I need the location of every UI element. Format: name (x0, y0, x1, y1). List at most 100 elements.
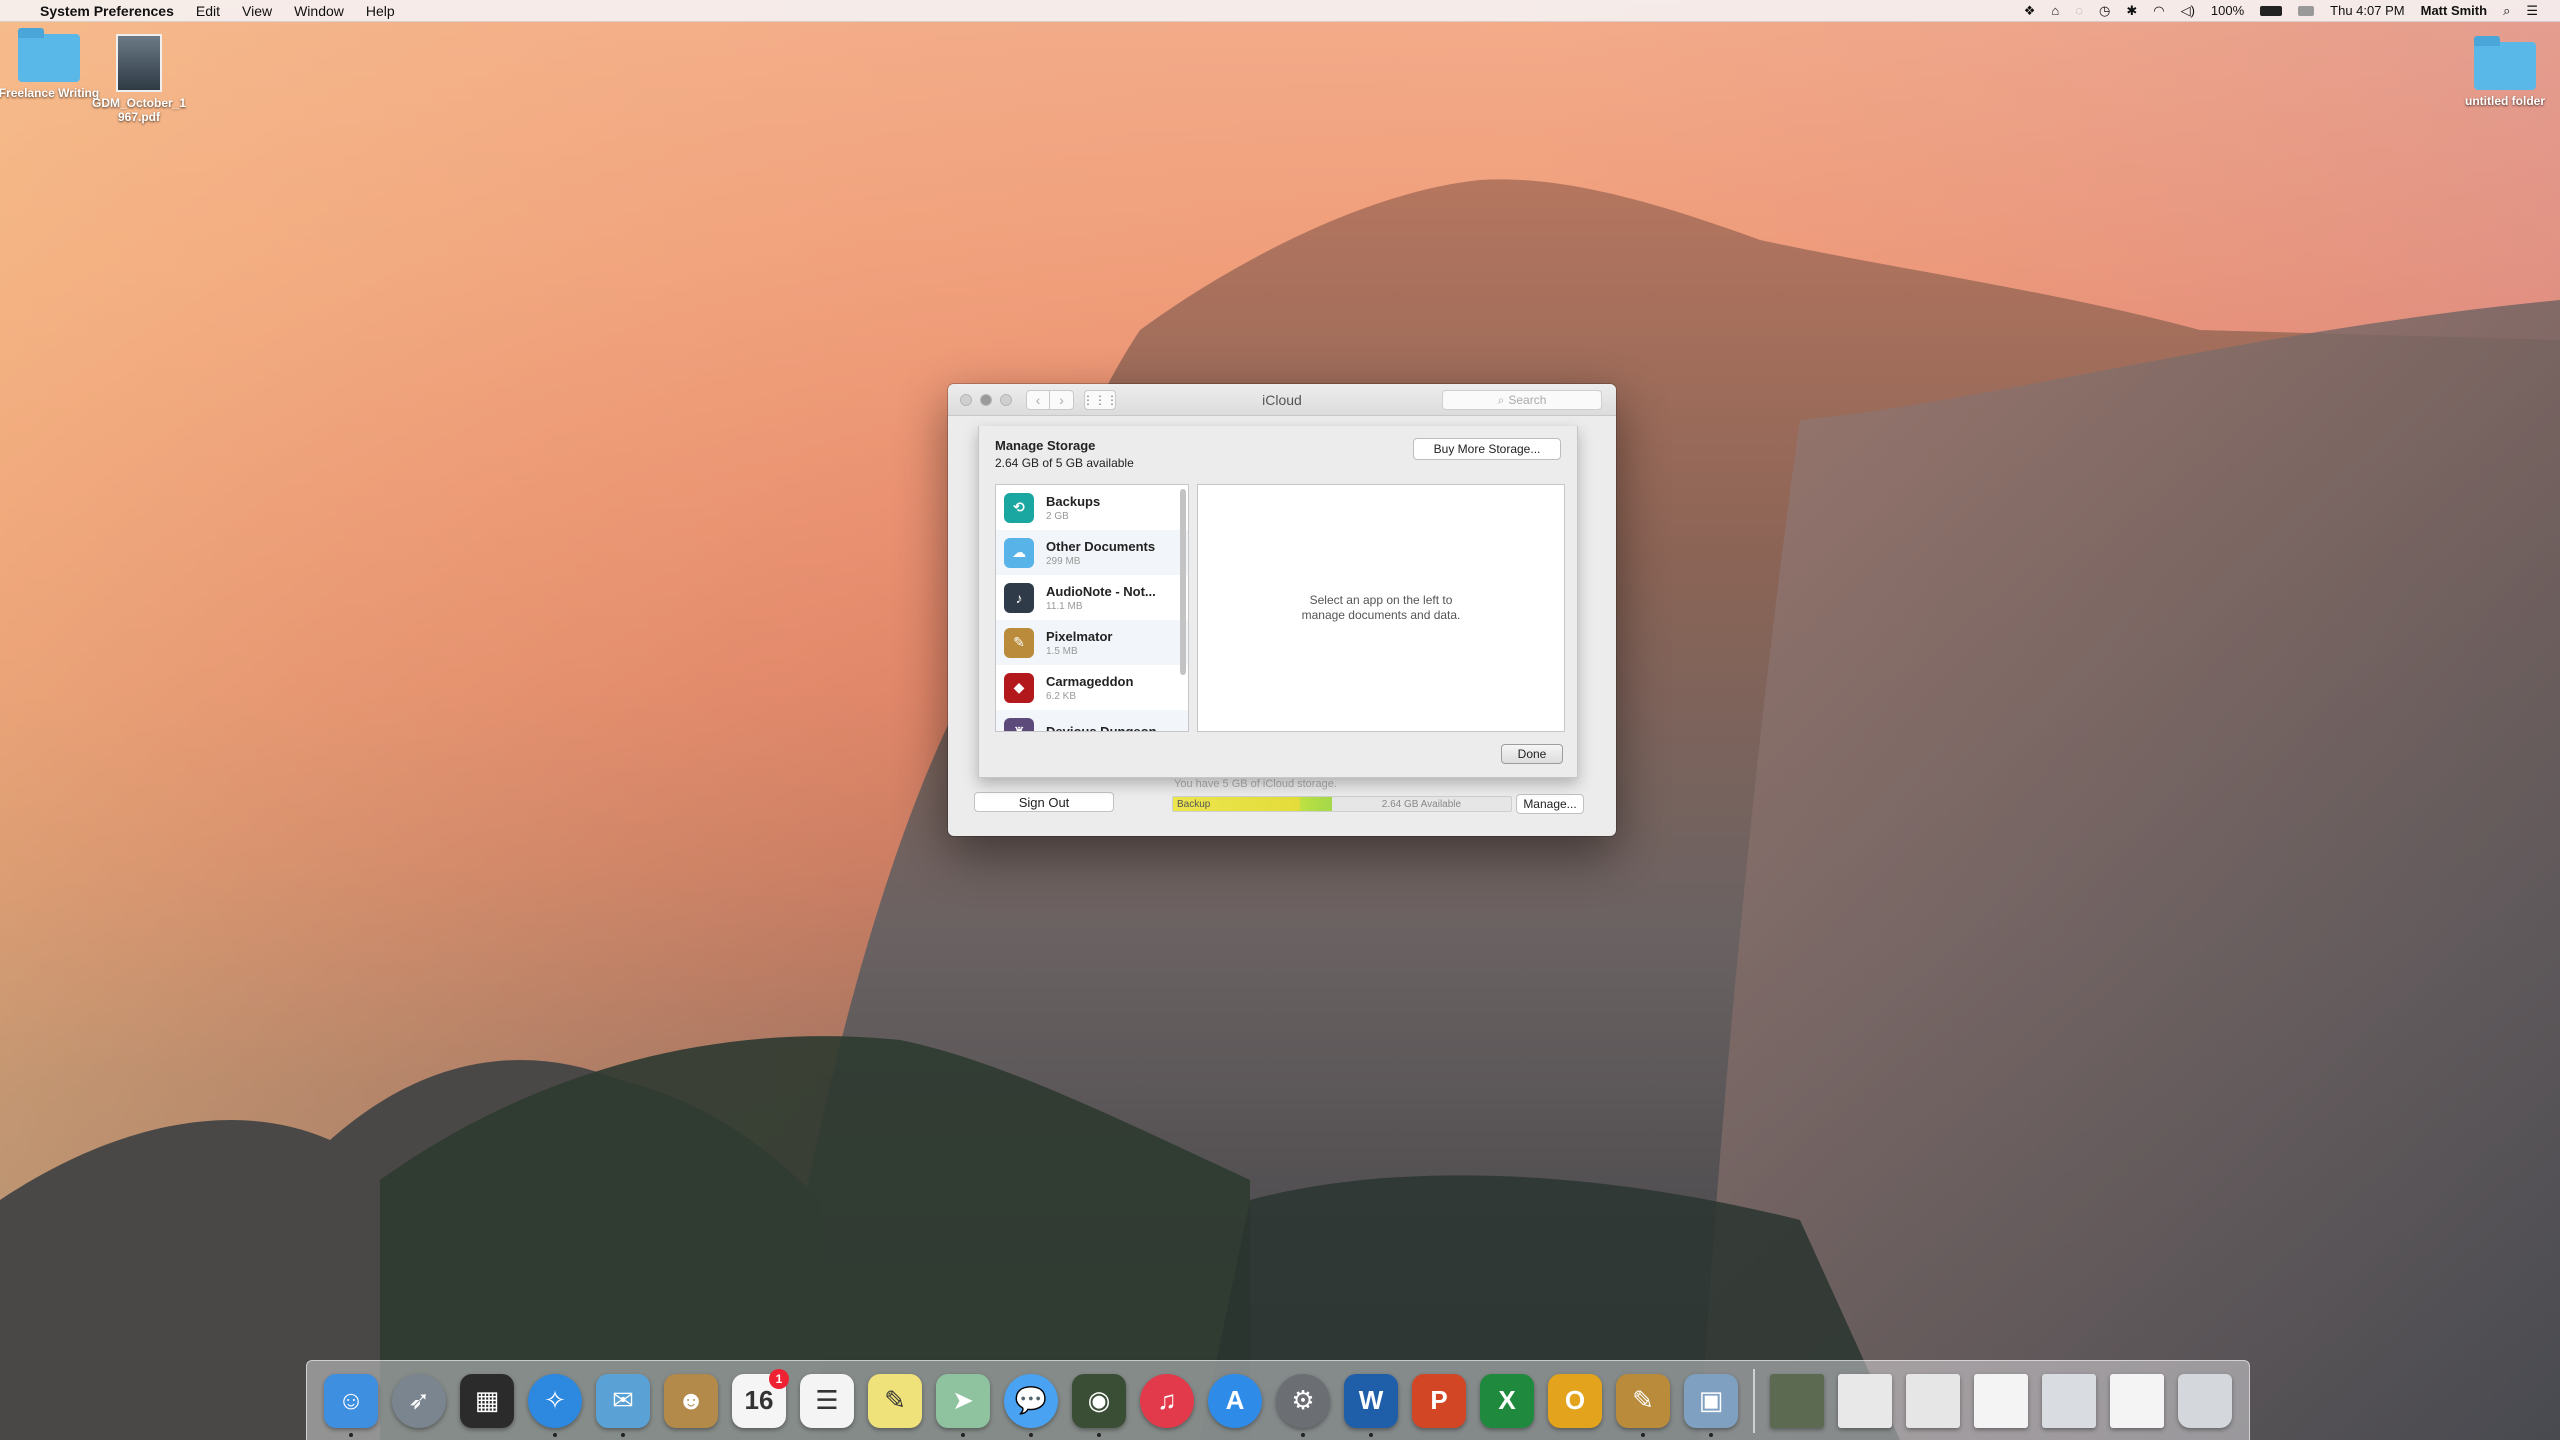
pixelmator-icon: ✎ (1616, 1373, 1670, 1428)
minimize-button[interactable] (980, 393, 992, 406)
forward-button[interactable]: › (1050, 389, 1074, 410)
desktop-folder-untitled[interactable]: untitled folder (2450, 36, 2560, 108)
chevron-left-icon: ‹ (1035, 391, 1041, 408)
menu-user-name[interactable]: Matt Smith (2421, 3, 2487, 18)
itunes-icon: ♫ (1140, 1373, 1194, 1428)
done-button[interactable]: Done (1501, 744, 1563, 764)
sheet-title: Manage Storage (995, 438, 1096, 453)
app-list-item[interactable]: ◆ Carmageddon 6.2 KB (996, 665, 1188, 710)
search-field[interactable]: ⌕ Search (1442, 390, 1602, 410)
dock-item-messages[interactable]: 💬 (997, 1367, 1065, 1437)
contacts-icon: ☻ (664, 1373, 718, 1428)
menu-window[interactable]: Window (294, 3, 344, 19)
dock-item-trash[interactable] (2171, 1367, 2239, 1435)
app-list-item[interactable]: ♪ AudioNote - Not... 11.1 MB (996, 575, 1188, 620)
dock-item-app-store[interactable]: A (1201, 1367, 1269, 1435)
dock-item-word-doc-1[interactable] (1967, 1367, 2035, 1435)
dropbox-icon[interactable]: ❖ (2024, 3, 2036, 19)
trash-icon (2178, 1373, 2232, 1428)
word-icon: W (1344, 1373, 1398, 1428)
dock-item-preview[interactable]: ▣ (1677, 1367, 1745, 1437)
mail-icon: ✉ (596, 1373, 650, 1428)
manage-button[interactable]: Manage... (1516, 794, 1584, 814)
dock-item-contacts[interactable]: ☻ (657, 1367, 725, 1435)
show-all-button[interactable]: ⋮⋮⋮ (1082, 389, 1118, 410)
app-size: 6.2 KB (1046, 690, 1077, 702)
dock-item-launchpad[interactable]: ➶ (385, 1367, 453, 1435)
dock-item-reminders[interactable]: ☰ (793, 1367, 861, 1435)
dock-item-word[interactable]: W (1337, 1367, 1405, 1437)
app-name: Devious Dungeon (1046, 724, 1157, 732)
menu-clock[interactable]: Thu 4:07 PM (2330, 3, 2404, 18)
dock-item-outlook[interactable]: O (1541, 1367, 1609, 1435)
home-icon[interactable]: ⌂ (2051, 3, 2059, 18)
app-list-item[interactable]: ☁ Other Documents 299 MB (996, 530, 1188, 575)
app-icon: ◆ (1004, 672, 1034, 703)
dock-item-excel[interactable]: X (1473, 1367, 1541, 1435)
dock-item-mission-control[interactable]: ▦ (453, 1367, 521, 1435)
dock-item-maps[interactable]: ➤ (929, 1367, 997, 1437)
icloud-window: ‹ › ⋮⋮⋮ iCloud ⌕ Search You have 5 GB of… (948, 384, 1616, 836)
dock-item-pixelmator[interactable]: ✎ (1609, 1367, 1677, 1437)
app-list-item[interactable]: ✎ Pixelmator 1.5 MB (996, 620, 1188, 665)
menu-view[interactable]: View (242, 3, 272, 19)
bluetooth-icon[interactable]: ✱ (2126, 3, 2137, 19)
dock-item-word-doc-2[interactable] (2103, 1367, 2171, 1435)
dock-item-safari[interactable]: ✧ (521, 1367, 589, 1437)
sign-out-button[interactable]: Sign Out (974, 792, 1114, 812)
time-machine-icon[interactable]: ◷ (2099, 3, 2110, 19)
dock-item-itunes[interactable]: ♫ (1133, 1367, 1201, 1435)
storage-bar-used-label: Backup (1177, 798, 1211, 810)
menu-help[interactable]: Help (366, 3, 395, 19)
app-icon: ☁ (1004, 537, 1034, 568)
menu-app-name[interactable]: System Preferences (40, 3, 174, 19)
dock-item-calendar[interactable]: 16 1 (725, 1367, 793, 1435)
dock-item-system-preferences[interactable]: ⚙ (1269, 1367, 1337, 1437)
wifi-icon[interactable]: ◠ (2153, 3, 2164, 19)
mission-control-icon: ▦ (460, 1373, 514, 1428)
storage-note: You have 5 GB of iCloud storage. (1174, 778, 1337, 790)
dock-item-finder[interactable]: ☺ (317, 1367, 385, 1437)
dock-item-screenshot-doc[interactable] (2035, 1367, 2103, 1435)
dock-item-photo-booth[interactable]: ◉ (1065, 1367, 1133, 1437)
app-icon: ⟲ (1004, 492, 1034, 523)
app-list[interactable]: ⟲ Backups 2 GB ☁ Other Documents 299 MB ♪ Audio… (995, 484, 1189, 732)
sync-icon[interactable]: ◌ (2075, 3, 2083, 18)
input-source-flag-icon[interactable] (2298, 5, 2315, 16)
window-titlebar[interactable]: ‹ › ⋮⋮⋮ iCloud ⌕ Search (948, 384, 1616, 416)
sheet-subtitle: 2.64 GB of 5 GB available (995, 456, 1134, 470)
menu-edit[interactable]: Edit (196, 3, 220, 19)
launchpad-icon: ➶ (392, 1373, 446, 1428)
document-icon (1838, 1373, 1892, 1428)
buy-more-storage-button[interactable]: Buy More Storage... (1413, 438, 1561, 460)
desktop-file-pdf[interactable]: GDM_October_1 967.pdf (84, 34, 194, 124)
app-list-scrollbar[interactable] (1180, 489, 1186, 675)
dock-item-document-2[interactable] (1899, 1367, 1967, 1435)
running-indicator (961, 1432, 965, 1437)
battery-percent[interactable]: 100% (2211, 3, 2244, 18)
folder-icon (2474, 36, 2536, 90)
dock-item-mail[interactable]: ✉ (589, 1367, 657, 1437)
system-preferences-icon: ⚙ (1276, 1373, 1330, 1428)
spotlight-icon[interactable]: ⌕ (2503, 3, 2510, 19)
app-name: Pixelmator (1046, 628, 1113, 644)
dock-item-notes[interactable]: ✎ (861, 1367, 929, 1435)
pdf-file-icon (116, 34, 162, 92)
notification-center-icon[interactable]: ☰ (2526, 3, 2538, 19)
running-indicator (1641, 1432, 1645, 1437)
battery-icon[interactable] (2260, 5, 2283, 16)
zoom-button[interactable] (1000, 393, 1012, 406)
dock-item-document-1[interactable] (1831, 1367, 1899, 1435)
app-list-item[interactable]: ♜ Devious Dungeon (996, 710, 1188, 732)
back-button[interactable]: ‹ (1026, 389, 1050, 410)
document-icon (1974, 1373, 2028, 1428)
storage-bar: Backup 2.64 GB Available (1172, 796, 1512, 812)
running-indicator (1097, 1432, 1101, 1437)
volume-icon[interactable]: ◁) (2181, 3, 2195, 19)
dock-item-powerpoint[interactable]: P (1405, 1367, 1473, 1435)
close-button[interactable] (960, 393, 972, 406)
app-list-item[interactable]: ⟲ Backups 2 GB (996, 485, 1188, 530)
search-placeholder: Search (1508, 393, 1547, 407)
app-store-icon: A (1208, 1373, 1262, 1428)
dock-item-presentation-doc[interactable] (1763, 1367, 1831, 1435)
